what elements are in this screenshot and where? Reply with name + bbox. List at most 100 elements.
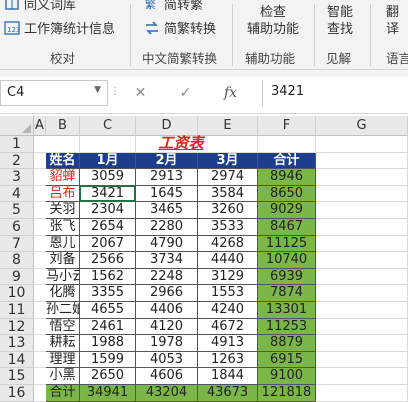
value-cell[interactable]: 4913: [198, 335, 258, 352]
chevron-down-icon[interactable]: ▼: [94, 85, 101, 95]
row-header-16[interactable]: 16: [0, 385, 34, 402]
value-cell[interactable]: 1599: [80, 351, 136, 369]
workbook-stats-button[interactable]: 123 工作簿统计信息: [4, 18, 115, 37]
value-cell[interactable]: 4240: [198, 302, 258, 319]
row-header-4[interactable]: 4: [0, 185, 34, 203]
column-header-c[interactable]: C: [80, 116, 136, 136]
to-traditional-button[interactable]: 繁 简转繁: [144, 0, 203, 13]
enter-icon[interactable]: ✓: [163, 85, 208, 101]
value-cell[interactable]: 1988: [80, 335, 136, 352]
column-header-f[interactable]: F: [258, 116, 316, 136]
value-cell[interactable]: 4440: [198, 252, 258, 269]
header-cell-3[interactable]: 2月: [136, 152, 198, 170]
name-cell[interactable]: 化腾: [46, 285, 80, 302]
name-cell[interactable]: 合计: [46, 385, 80, 402]
value-cell[interactable]: 43673: [198, 385, 258, 402]
spreadsheet-grid[interactable]: A B C D E F G 1 2 3 4 5 6 7 8 9 10 11 12 13 14 15 16 工资表 姓名 1月 2月 3…: [0, 116, 408, 402]
row-header-14[interactable]: 14: [0, 351, 34, 369]
value-cell[interactable]: 43204: [136, 385, 198, 402]
cancel-icon[interactable]: ✕: [118, 85, 163, 101]
header-cell-4[interactable]: 3月: [198, 152, 258, 170]
column-header-d[interactable]: D: [136, 116, 198, 136]
row-header-6[interactable]: 6: [0, 219, 34, 236]
select-all-button[interactable]: [0, 116, 34, 136]
name-cell[interactable]: 关羽: [46, 202, 80, 219]
total-cell[interactable]: 7874: [258, 285, 316, 302]
value-cell[interactable]: 1978: [136, 335, 198, 352]
total-cell[interactable]: 10740: [258, 252, 316, 269]
total-cell[interactable]: 6939: [258, 268, 316, 286]
name-cell[interactable]: 小黑: [46, 368, 80, 385]
total-cell[interactable]: 9100: [258, 368, 316, 385]
total-cell[interactable]: 8879: [258, 335, 316, 352]
name-cell[interactable]: 悟空: [46, 318, 80, 336]
value-cell[interactable]: 1263: [198, 351, 258, 369]
total-cell[interactable]: 8467: [258, 219, 316, 236]
column-header-b[interactable]: B: [46, 116, 80, 136]
check-accessibility-button[interactable]: 检查 辅助功能: [242, 4, 304, 38]
value-cell[interactable]: 2654: [80, 219, 136, 236]
value-cell[interactable]: 2248: [136, 268, 198, 286]
value-cell[interactable]: 4120: [136, 318, 198, 336]
total-cell[interactable]: 6915: [258, 351, 316, 369]
value-cell[interactable]: 2913: [136, 169, 198, 186]
value-cell[interactable]: 2650: [80, 368, 136, 385]
row-header-15[interactable]: 15: [0, 368, 34, 385]
total-cell[interactable]: 8650: [258, 185, 316, 203]
name-cell[interactable]: 刘备: [46, 252, 80, 269]
value-cell[interactable]: 34941: [80, 385, 136, 402]
name-cell[interactable]: 理理: [46, 351, 80, 369]
total-cell[interactable]: 121818: [258, 385, 316, 402]
value-cell[interactable]: 4790: [136, 235, 198, 253]
value-cell[interactable]: 3260: [198, 202, 258, 219]
value-cell[interactable]: 1844: [198, 368, 258, 385]
insert-function-icon[interactable]: fx: [208, 85, 253, 101]
name-cell[interactable]: 貂蝉: [46, 169, 80, 186]
value-cell[interactable]: 4655: [80, 302, 136, 319]
row-header-12[interactable]: 12: [0, 318, 34, 336]
row-header-5[interactable]: 5: [0, 202, 34, 219]
value-cell[interactable]: 2280: [136, 219, 198, 236]
column-header-g[interactable]: G: [316, 116, 408, 136]
value-cell[interactable]: 3584: [198, 185, 258, 203]
smart-lookup-button[interactable]: 智能 查找: [318, 4, 362, 38]
translate-button[interactable]: 翻 译: [386, 4, 408, 38]
column-header-a[interactable]: A: [34, 116, 46, 136]
name-cell[interactable]: 耕耘: [46, 335, 80, 352]
value-cell[interactable]: 1553: [198, 285, 258, 302]
name-cell[interactable]: 张飞: [46, 219, 80, 236]
value-cell[interactable]: 2461: [80, 318, 136, 336]
header-cell-2[interactable]: 1月: [80, 152, 136, 170]
row-header-9[interactable]: 9: [0, 268, 34, 286]
value-cell[interactable]: 4406: [136, 302, 198, 319]
value-cell[interactable]: 3465: [136, 202, 198, 219]
value-cell[interactable]: 3129: [198, 268, 258, 286]
value-cell[interactable]: 4053: [136, 351, 198, 369]
total-cell[interactable]: 9029: [258, 202, 316, 219]
row-header-10[interactable]: 10: [0, 285, 34, 302]
row-header-8[interactable]: 8: [0, 252, 34, 269]
column-header-e[interactable]: E: [198, 116, 258, 136]
name-cell[interactable]: 吕布: [46, 185, 80, 203]
name-cell[interactable]: 马小云: [46, 268, 80, 286]
row-header-7[interactable]: 7: [0, 235, 34, 253]
name-cell[interactable]: 恩儿: [46, 235, 80, 253]
value-cell[interactable]: 3533: [198, 219, 258, 236]
total-cell[interactable]: 11253: [258, 318, 316, 336]
value-cell[interactable]: 1562: [80, 268, 136, 286]
value-cell[interactable]: 2974: [198, 169, 258, 186]
name-box[interactable]: C4 ▼: [0, 80, 108, 106]
value-cell[interactable]: 3355: [80, 285, 136, 302]
value-cell[interactable]: 4606: [136, 368, 198, 385]
value-cell[interactable]: 3734: [136, 252, 198, 269]
simp-trad-convert-button[interactable]: 简繁转换: [144, 18, 216, 37]
thesaurus-button[interactable]: 同义词库: [4, 0, 76, 13]
row-header-2[interactable]: 2: [0, 152, 34, 170]
header-cell-1[interactable]: 姓名: [46, 152, 80, 170]
value-cell[interactable]: 1645: [136, 185, 198, 203]
row-header-3[interactable]: 3: [0, 169, 34, 186]
total-cell[interactable]: 13301: [258, 302, 316, 319]
name-cell[interactable]: 孙二娘: [46, 302, 80, 319]
total-cell[interactable]: 8946: [258, 169, 316, 186]
row-header-11[interactable]: 11: [0, 302, 34, 319]
